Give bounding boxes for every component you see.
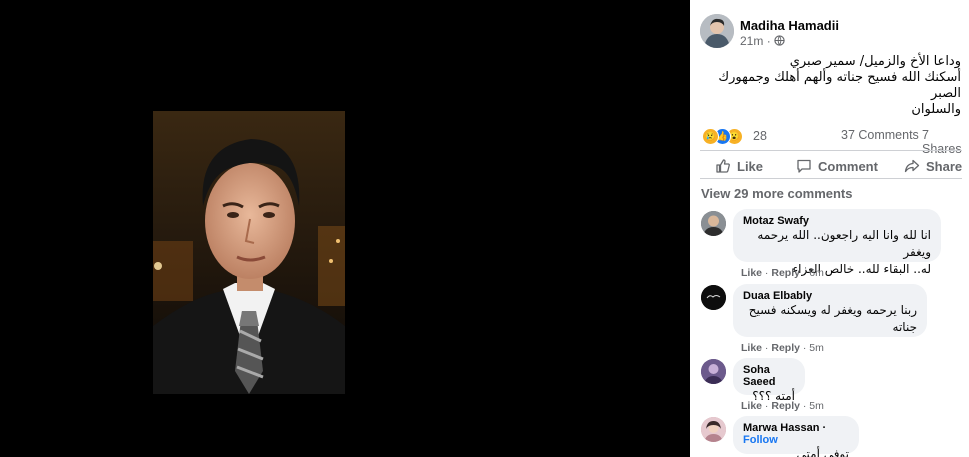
commenter-name[interactable]: Marwa Hassan	[743, 422, 819, 434]
comment-text: ربنا يرحمه ويغفر له ويسكنه فسيح	[748, 303, 917, 317]
comment-like-link[interactable]: Like	[741, 342, 762, 354]
author-name[interactable]: Madiha Hamadii	[740, 18, 839, 33]
comment-reply-link[interactable]: Reply	[771, 342, 800, 354]
comment-like-link[interactable]: Like	[741, 400, 762, 412]
shares-count[interactable]: 7 Shares	[922, 128, 969, 156]
divider	[700, 178, 962, 179]
author-avatar-image	[700, 14, 734, 48]
comment-time[interactable]: 6m	[809, 267, 824, 279]
comment-reply-link[interactable]: Reply	[771, 267, 800, 279]
post-panel: Madiha Hamadii 21m · وداعا الأخ والزميل/…	[690, 0, 969, 457]
dot-separator: ·	[822, 422, 827, 434]
commenter-avatar[interactable]	[701, 359, 726, 384]
portrait-image	[153, 111, 345, 394]
view-more-comments-link[interactable]: View 29 more comments	[701, 186, 853, 201]
commenter-name[interactable]: Soha Saeed	[743, 364, 795, 388]
commenter-avatar-image	[701, 211, 726, 236]
commenter-avatar-image	[701, 417, 726, 442]
follow-link[interactable]: Follow	[743, 434, 778, 446]
post-meta: 21m ·	[740, 34, 785, 48]
comments-count[interactable]: 37 Comments	[841, 128, 919, 142]
commenter-avatar[interactable]	[701, 417, 726, 442]
dot-separator: ·	[766, 34, 775, 48]
comment-label: Comment	[818, 158, 878, 174]
share-button[interactable]: Share	[904, 158, 962, 174]
photo-viewer	[0, 0, 690, 457]
commenter-avatar-image	[701, 285, 726, 310]
like-button[interactable]: Like	[715, 158, 763, 174]
commenter-avatar[interactable]	[701, 285, 726, 310]
comment-reply-link[interactable]: Reply	[771, 400, 800, 412]
sad-reaction-icon: 😢	[702, 128, 719, 145]
comment-bubble: Duaa Elbably ربنا يرحمه ويغفر له ويسكنه …	[733, 284, 927, 337]
comment-button[interactable]: Comment	[796, 158, 878, 174]
post-text-line: أسكنك الله فسيح جناته وألهم أهلك وجمهورك…	[718, 70, 961, 101]
comment-actions: Like · Reply · 5m	[741, 342, 824, 354]
divider	[700, 150, 962, 151]
commenter-name-row: Marwa Hassan · Follow	[743, 422, 849, 446]
reaction-count: 28	[753, 129, 767, 143]
comment-actions: Like · Reply · 6m	[741, 267, 824, 279]
comment-bubble: Marwa Hassan · Follow توفي أمتي	[733, 416, 859, 457]
author-avatar[interactable]	[700, 14, 734, 48]
post-text-line: والسلوان	[911, 102, 961, 117]
share-label: Share	[926, 158, 963, 174]
comment-text: توفي أمتي	[796, 447, 849, 457]
like-label: Like	[737, 158, 764, 174]
post-text: وداعا الأخ والزميل/ سمير صبري أسكنك الله…	[699, 54, 961, 118]
comment-time[interactable]: 5m	[809, 342, 824, 354]
globe-icon	[774, 35, 785, 46]
post-text-line: وداعا الأخ والزميل/ سمير صبري	[789, 54, 961, 69]
comment-text: انا لله وانا اليه راجعون.. الله يرحمه وي…	[757, 228, 931, 259]
comment-actions: Like · Reply · 5m	[741, 400, 824, 412]
comment-time[interactable]: 5m	[809, 400, 824, 412]
comment-icon	[797, 159, 811, 173]
commenter-name[interactable]: Motaz Swafy	[743, 215, 931, 227]
commenter-name[interactable]: Duaa Elbably	[743, 290, 917, 302]
thumbs-up-icon	[716, 159, 730, 173]
comment-text: جناته	[892, 320, 917, 334]
share-icon	[904, 159, 920, 173]
comment-bubble: Soha Saeed أمته ؟؟؟	[733, 358, 805, 403]
comment-bubble: Motaz Swafy انا لله وانا اليه راجعون.. ا…	[733, 209, 941, 276]
commenter-avatar[interactable]	[701, 211, 726, 236]
post-time[interactable]: 21m	[740, 34, 763, 48]
commenter-avatar-image	[701, 359, 726, 384]
post-photo[interactable]	[153, 111, 345, 394]
comment-like-link[interactable]: Like	[741, 267, 762, 279]
